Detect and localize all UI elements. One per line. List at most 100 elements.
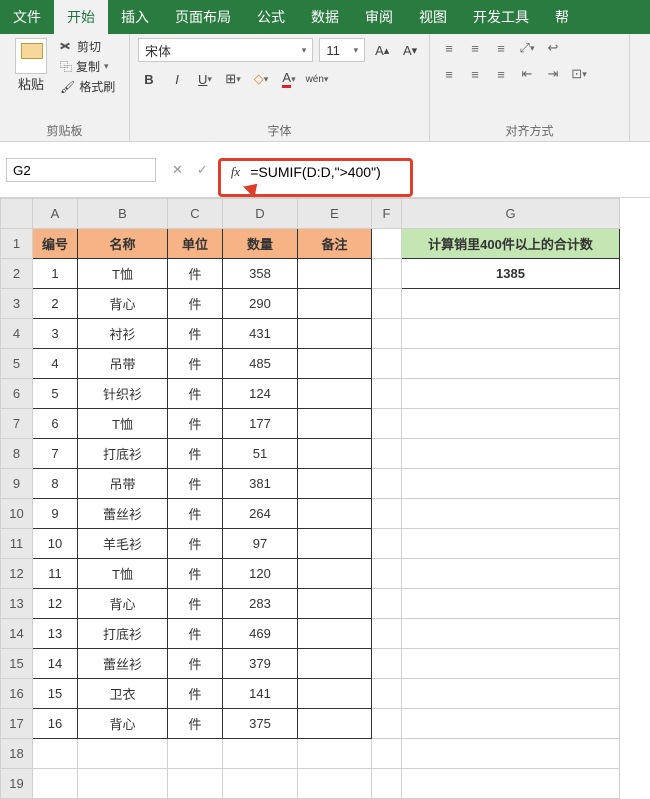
cell-qty[interactable]: 431: [223, 319, 298, 349]
cell-G[interactable]: [402, 439, 620, 469]
cell-G[interactable]: [402, 499, 620, 529]
cell-unit[interactable]: 件: [168, 319, 223, 349]
header-unit[interactable]: 单位: [168, 229, 223, 259]
cell-unit[interactable]: 件: [168, 679, 223, 709]
cell-F[interactable]: [372, 319, 402, 349]
cell-F[interactable]: [372, 499, 402, 529]
cell-name[interactable]: 蕾丝衫: [78, 499, 168, 529]
cell-F[interactable]: [372, 259, 402, 289]
align-bottom-icon[interactable]: ≡: [490, 38, 512, 58]
cell-G[interactable]: [402, 409, 620, 439]
cell-F[interactable]: [372, 679, 402, 709]
row-header-16[interactable]: 16: [1, 679, 33, 709]
cell-id[interactable]: 10: [33, 529, 78, 559]
cell-G[interactable]: [402, 559, 620, 589]
cell-G[interactable]: [402, 319, 620, 349]
summary-title[interactable]: 计算销里400件以上的合计数: [402, 229, 620, 259]
cell-note[interactable]: [298, 379, 372, 409]
copy-button[interactable]: ⿻复制▾: [60, 58, 115, 75]
increase-font-icon[interactable]: A▴: [371, 39, 393, 61]
cell-F[interactable]: [372, 439, 402, 469]
cell-qty[interactable]: 358: [223, 259, 298, 289]
cell-G[interactable]: [402, 349, 620, 379]
row-header-18[interactable]: 18: [1, 739, 33, 769]
row-header-19[interactable]: 19: [1, 769, 33, 799]
align-left-icon[interactable]: ≡: [438, 64, 460, 84]
cell-G[interactable]: [402, 529, 620, 559]
cell-note[interactable]: [298, 679, 372, 709]
empty-cell[interactable]: [168, 769, 223, 799]
font-color-button[interactable]: A▾: [278, 68, 300, 90]
cell-F[interactable]: [372, 289, 402, 319]
row-header-15[interactable]: 15: [1, 649, 33, 679]
empty-cell[interactable]: [298, 769, 372, 799]
cell-note[interactable]: [298, 559, 372, 589]
cell-qty[interactable]: 177: [223, 409, 298, 439]
cell-qty[interactable]: 290: [223, 289, 298, 319]
font-size-combo[interactable]: 11▾: [319, 38, 365, 62]
cell-qty[interactable]: 379: [223, 649, 298, 679]
empty-cell[interactable]: [78, 739, 168, 769]
col-header-G[interactable]: G: [402, 199, 620, 229]
cell-unit[interactable]: 件: [168, 379, 223, 409]
fx-icon[interactable]: fx: [231, 164, 240, 180]
cell-id[interactable]: 12: [33, 589, 78, 619]
cell-F[interactable]: [372, 619, 402, 649]
cell-qty[interactable]: 469: [223, 619, 298, 649]
cell-unit[interactable]: 件: [168, 289, 223, 319]
fill-color-button[interactable]: ◇▾: [250, 68, 272, 90]
header-qty[interactable]: 数量: [223, 229, 298, 259]
cell-name[interactable]: 吊带: [78, 469, 168, 499]
cell-name[interactable]: 背心: [78, 589, 168, 619]
cell-unit[interactable]: 件: [168, 409, 223, 439]
cell-F[interactable]: [372, 469, 402, 499]
cell-F[interactable]: [372, 409, 402, 439]
cell-qty[interactable]: 485: [223, 349, 298, 379]
tab-view[interactable]: 视图: [406, 0, 460, 34]
cell-name[interactable]: T恤: [78, 409, 168, 439]
cell-G[interactable]: [402, 589, 620, 619]
cell-note[interactable]: [298, 529, 372, 559]
cell-note[interactable]: [298, 499, 372, 529]
cell-name[interactable]: 羊毛衫: [78, 529, 168, 559]
cell-qty[interactable]: 381: [223, 469, 298, 499]
cell-unit[interactable]: 件: [168, 619, 223, 649]
row-header-4[interactable]: 4: [1, 319, 33, 349]
empty-cell[interactable]: [223, 769, 298, 799]
cell-id[interactable]: 15: [33, 679, 78, 709]
row-header-12[interactable]: 12: [1, 559, 33, 589]
cell-qty[interactable]: 141: [223, 679, 298, 709]
header-name[interactable]: 名称: [78, 229, 168, 259]
cell-unit[interactable]: 件: [168, 439, 223, 469]
empty-cell[interactable]: [223, 739, 298, 769]
formula-input[interactable]: [250, 164, 400, 180]
cell-id[interactable]: 3: [33, 319, 78, 349]
cell-unit[interactable]: 件: [168, 469, 223, 499]
cell-qty[interactable]: 283: [223, 589, 298, 619]
cell-F[interactable]: [372, 709, 402, 739]
col-header-F[interactable]: F: [372, 199, 402, 229]
cell-id[interactable]: 9: [33, 499, 78, 529]
tab-review[interactable]: 审阅: [352, 0, 406, 34]
orientation-icon[interactable]: ⤢▾: [516, 38, 538, 58]
cell-qty[interactable]: 124: [223, 379, 298, 409]
cell-note[interactable]: [298, 619, 372, 649]
cell-note[interactable]: [298, 439, 372, 469]
paste-button[interactable]: 粘贴: [8, 38, 54, 95]
summary-value[interactable]: 1385: [402, 259, 620, 289]
align-middle-icon[interactable]: ≡: [464, 38, 486, 58]
indent-left-icon[interactable]: ⇤: [516, 64, 538, 84]
cell-name[interactable]: 打底衫: [78, 439, 168, 469]
empty-cell[interactable]: [33, 769, 78, 799]
row-header-8[interactable]: 8: [1, 439, 33, 469]
decrease-font-icon[interactable]: A▾: [399, 39, 421, 61]
cell-id[interactable]: 1: [33, 259, 78, 289]
row-header-6[interactable]: 6: [1, 379, 33, 409]
col-header-D[interactable]: D: [223, 199, 298, 229]
cell-qty[interactable]: 97: [223, 529, 298, 559]
align-top-icon[interactable]: ≡: [438, 38, 460, 58]
worksheet[interactable]: ABCDEFG1编号名称单位数量备注计算销里400件以上的合计数21T恤件358…: [0, 198, 650, 799]
cell-F[interactable]: [372, 559, 402, 589]
cell-unit[interactable]: 件: [168, 499, 223, 529]
cell-name[interactable]: 吊带: [78, 349, 168, 379]
